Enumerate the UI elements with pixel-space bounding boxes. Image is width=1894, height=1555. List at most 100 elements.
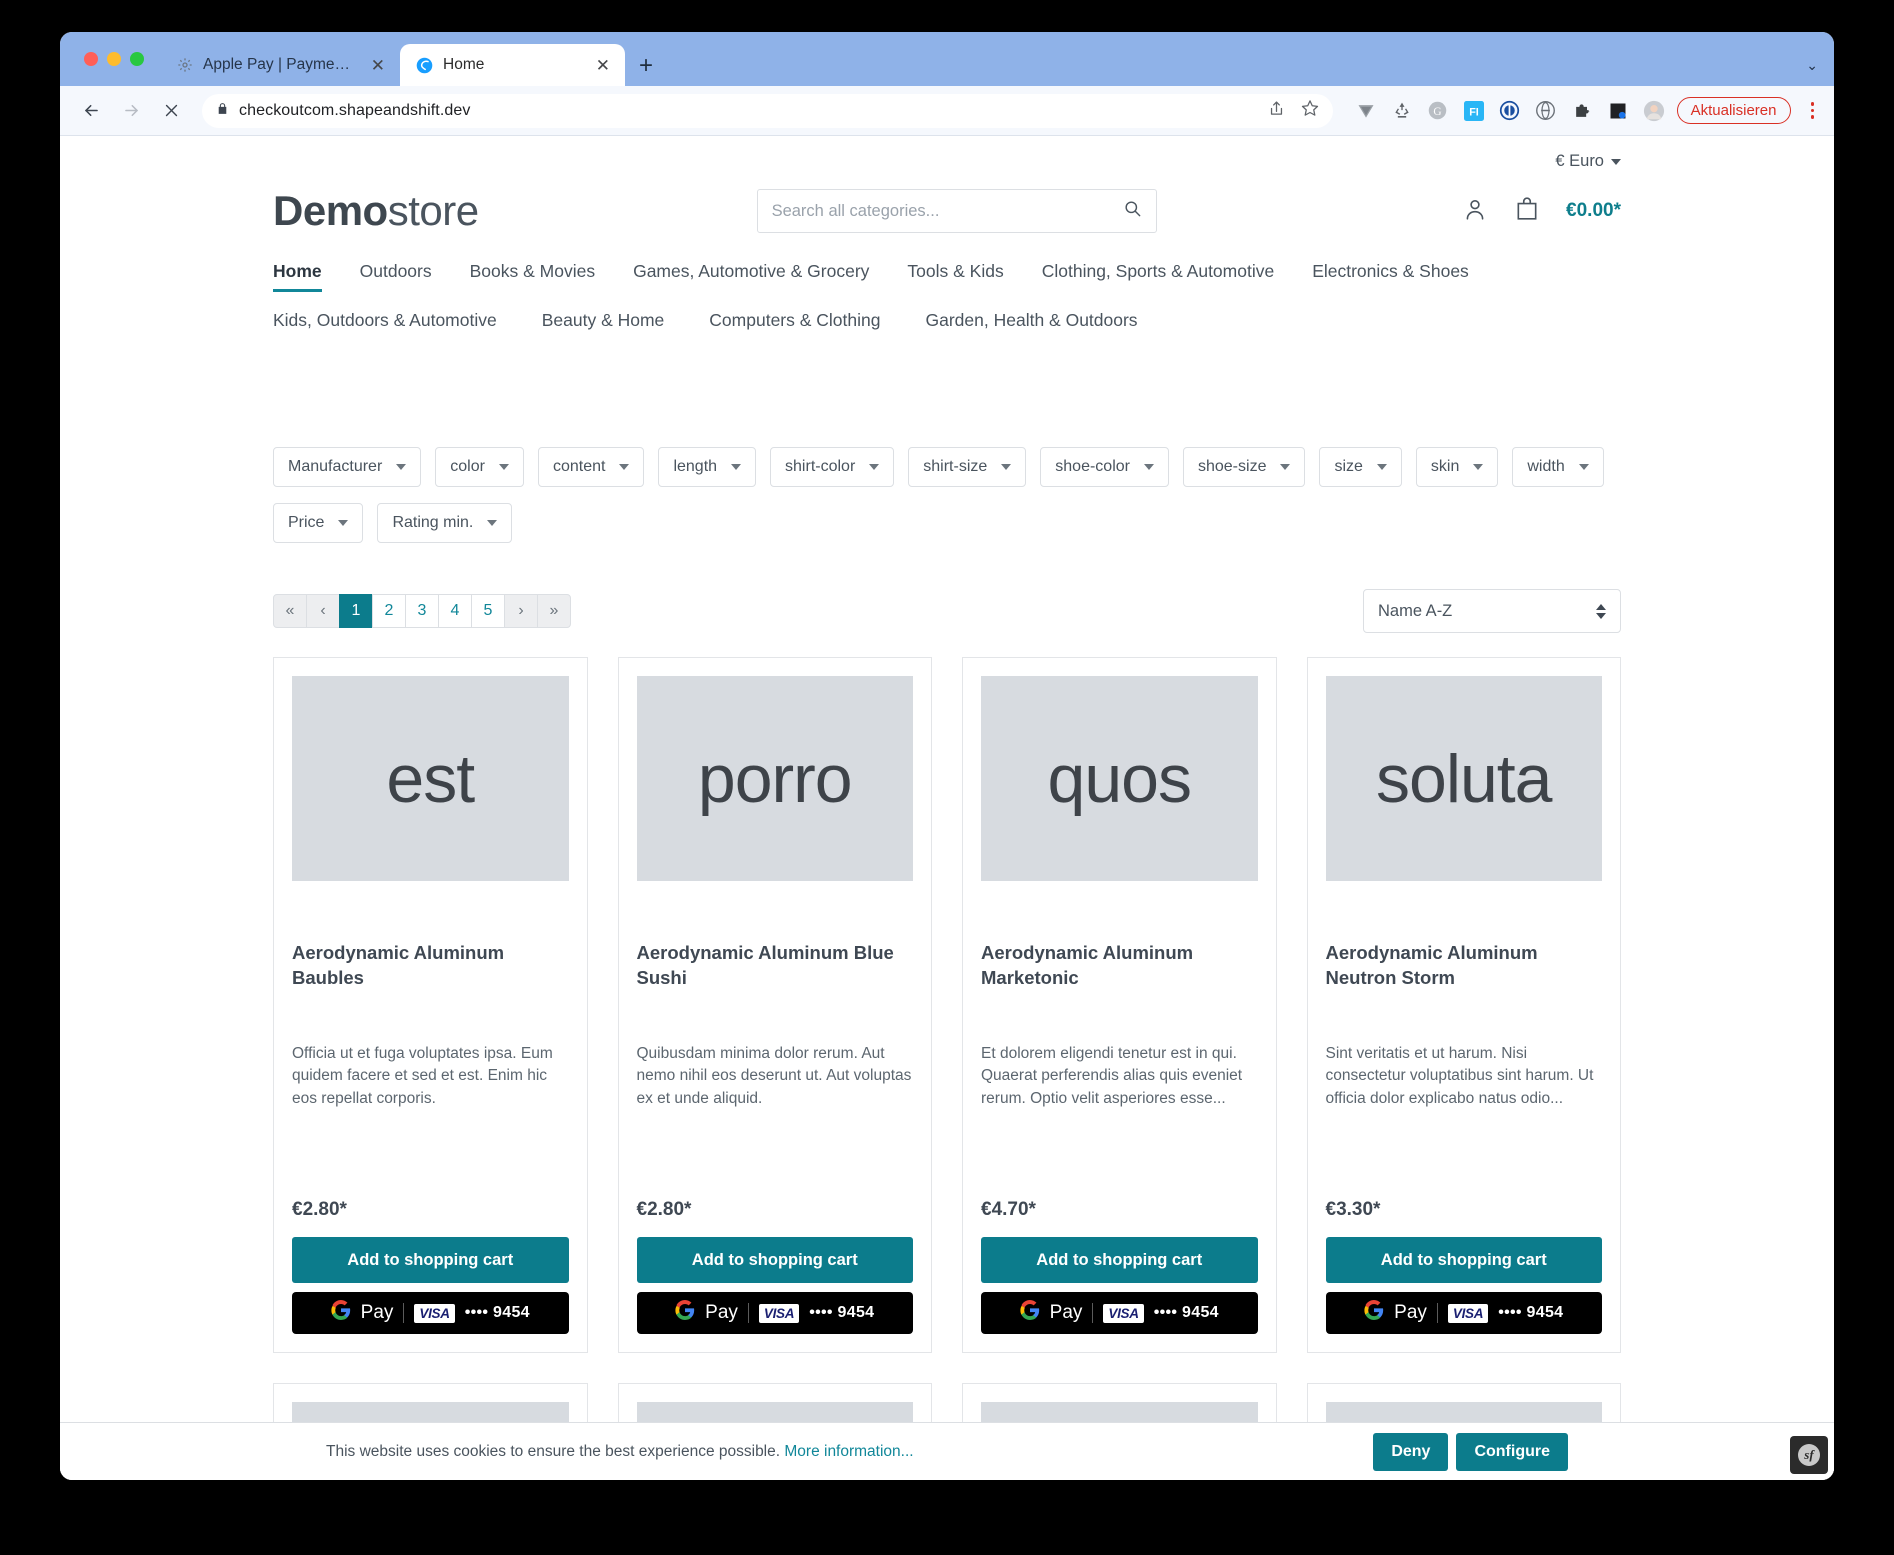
pagination-prev[interactable]: ‹ bbox=[306, 594, 340, 628]
filter-size[interactable]: size bbox=[1319, 447, 1402, 487]
filter-width[interactable]: width bbox=[1512, 447, 1604, 487]
dashlane-icon[interactable] bbox=[1535, 100, 1557, 122]
cookie-more-information-link[interactable]: More information... bbox=[784, 1443, 913, 1460]
pagination-page-2[interactable]: 2 bbox=[372, 594, 406, 628]
product-image-placeholder[interactable]: soluta bbox=[1325, 676, 1602, 881]
browser-menu-icon[interactable] bbox=[1805, 102, 1821, 119]
nav-item-home[interactable]: Home bbox=[273, 261, 322, 292]
pagination-page-5[interactable]: 5 bbox=[471, 594, 505, 628]
pagination-next[interactable]: › bbox=[504, 594, 538, 628]
user-icon[interactable] bbox=[1462, 196, 1488, 227]
filter-content[interactable]: content bbox=[537, 447, 645, 487]
page-scrollbar[interactable] bbox=[1828, 136, 1834, 1480]
cookie-message: This website uses cookies to ensure the … bbox=[326, 1443, 914, 1461]
filter-label: shirt-size bbox=[923, 458, 988, 475]
nav-item-beauty-home[interactable]: Beauty & Home bbox=[542, 310, 665, 341]
filter-shoe-size[interactable]: shoe-size bbox=[1182, 447, 1306, 487]
currency-switcher[interactable]: € Euro bbox=[1555, 152, 1621, 171]
filter-price[interactable]: Price bbox=[273, 503, 364, 543]
product-title[interactable]: Aerodynamic Aluminum Baubles bbox=[292, 941, 569, 993]
product-title[interactable]: Aerodynamic Aluminum Marketonic bbox=[981, 941, 1258, 993]
profile-avatar-icon[interactable] bbox=[1643, 100, 1665, 122]
pagination-page-4[interactable]: 4 bbox=[438, 594, 472, 628]
nav-item-games-automotive-grocery[interactable]: Games, Automotive & Grocery bbox=[633, 261, 869, 292]
forward-arrow-icon[interactable] bbox=[114, 94, 148, 128]
nav-item-electronics-shoes[interactable]: Electronics & Shoes bbox=[1312, 261, 1469, 292]
filter-color[interactable]: color bbox=[435, 447, 524, 487]
shop-logo[interactable]: Demostore bbox=[273, 187, 479, 235]
filter-skin[interactable]: skin bbox=[1415, 447, 1499, 487]
product-card[interactable]: porro Aerodynamic Aluminum Blue Sushi Qu… bbox=[617, 657, 932, 1353]
nav-item-computers-clothing[interactable]: Computers & Clothing bbox=[709, 310, 880, 341]
fi-icon[interactable]: FI bbox=[1463, 100, 1485, 122]
google-pay-button[interactable]: Pay VISA •••• 9454 bbox=[292, 1292, 569, 1334]
address-bar[interactable]: checkoutcom.shapeandshift.dev bbox=[202, 93, 1333, 128]
product-card[interactable]: quos Aerodynamic Aluminum Marketonic Et … bbox=[962, 657, 1277, 1353]
add-to-cart-button[interactable]: Add to shopping cart bbox=[636, 1237, 913, 1283]
svg-text:G: G bbox=[1434, 106, 1442, 118]
filter-manufacturer[interactable]: Manufacturer bbox=[273, 447, 422, 487]
deny-button[interactable]: Deny bbox=[1373, 1432, 1449, 1471]
nav-item-books-movies[interactable]: Books & Movies bbox=[470, 261, 595, 292]
product-card[interactable]: soluta Aerodynamic Aluminum Neutron Stor… bbox=[1306, 657, 1621, 1353]
nav-item-clothing-sports-automotive[interactable]: Clothing, Sports & Automotive bbox=[1042, 261, 1274, 292]
product-title[interactable]: Aerodynamic Aluminum Neutron Storm bbox=[1326, 941, 1603, 993]
product-image-placeholder[interactable]: quos bbox=[981, 676, 1258, 881]
search-icon[interactable] bbox=[1123, 199, 1142, 223]
configure-button[interactable]: Configure bbox=[1456, 1432, 1568, 1471]
nav-item-outdoors[interactable]: Outdoors bbox=[360, 261, 432, 292]
puzzle-icon[interactable] bbox=[1571, 100, 1593, 122]
v-icon[interactable] bbox=[1355, 100, 1377, 122]
close-tab-icon[interactable]: ✕ bbox=[368, 57, 388, 74]
sort-select[interactable]: Name A-Z bbox=[1363, 589, 1621, 633]
close-tab-icon[interactable]: ✕ bbox=[593, 57, 613, 74]
filter-length[interactable]: length bbox=[658, 447, 757, 487]
update-browser-button[interactable]: Aktualisieren bbox=[1676, 97, 1791, 124]
add-to-cart-button[interactable]: Add to shopping cart bbox=[1325, 1237, 1602, 1283]
pagination-page-1[interactable]: 1 bbox=[339, 594, 373, 628]
google-pay-button[interactable]: Pay VISA •••• 9454 bbox=[636, 1292, 913, 1334]
maximize-window-button[interactable] bbox=[130, 52, 144, 66]
stop-loading-icon[interactable] bbox=[154, 94, 188, 128]
add-to-cart-button[interactable]: Add to shopping cart bbox=[292, 1237, 569, 1283]
pagination-last[interactable]: » bbox=[537, 594, 571, 628]
pagination-first[interactable]: « bbox=[273, 594, 307, 628]
browser-tab-apple-pay[interactable]: Apple Pay | Payment methods ✕ bbox=[160, 44, 401, 86]
onepassword-icon[interactable] bbox=[1499, 100, 1521, 122]
product-title[interactable]: Aerodynamic Aluminum Blue Sushi bbox=[637, 941, 914, 993]
back-arrow-icon[interactable] bbox=[74, 94, 108, 128]
close-window-button[interactable] bbox=[84, 52, 98, 66]
product-image-placeholder[interactable]: porro bbox=[636, 676, 913, 881]
google-pay-button[interactable]: Pay VISA •••• 9454 bbox=[1325, 1292, 1602, 1334]
gpay-divider bbox=[403, 1303, 405, 1323]
nav-item-tools-kids[interactable]: Tools & Kids bbox=[907, 261, 1003, 292]
tab-list-chevron-icon[interactable]: ⌄ bbox=[1806, 57, 1818, 74]
recycle-icon[interactable] bbox=[1391, 100, 1413, 122]
bag-icon[interactable] bbox=[1514, 196, 1540, 227]
nav-item-garden-health-outdoors[interactable]: Garden, Health & Outdoors bbox=[926, 310, 1138, 341]
grammarly-g-icon[interactable]: G bbox=[1427, 100, 1449, 122]
new-tab-button[interactable]: + bbox=[625, 54, 667, 86]
product-description: Sint veritatis et ut harum. Nisi consect… bbox=[1325, 1045, 1594, 1107]
filter-shirt-size[interactable]: shirt-size bbox=[908, 447, 1027, 487]
product-card[interactable]: est Aerodynamic Aluminum Baubles Officia… bbox=[273, 657, 588, 1353]
filter-shirt-color[interactable]: shirt-color bbox=[770, 447, 895, 487]
filter-label: Rating min. bbox=[392, 514, 474, 531]
nav-item-kids-outdoors-automotive[interactable]: Kids, Outdoors & Automotive bbox=[273, 310, 497, 341]
window-icon[interactable] bbox=[1607, 100, 1629, 122]
filter-shoe-color[interactable]: shoe-color bbox=[1040, 447, 1169, 487]
add-to-cart-button[interactable]: Add to shopping cart bbox=[981, 1237, 1258, 1283]
search-input[interactable] bbox=[771, 201, 1123, 221]
search-box[interactable] bbox=[756, 189, 1157, 233]
google-pay-button[interactable]: Pay VISA •••• 9454 bbox=[981, 1292, 1258, 1334]
symfony-profiler-badge[interactable]: sf bbox=[1790, 1436, 1828, 1474]
chevron-down-icon bbox=[1001, 464, 1012, 470]
share-icon[interactable] bbox=[1268, 100, 1285, 122]
product-image-placeholder[interactable]: est bbox=[292, 676, 569, 881]
filter-rating-min[interactable]: Rating min. bbox=[377, 503, 513, 543]
browser-tab-home[interactable]: Home ✕ bbox=[400, 44, 625, 86]
pagination-page-3[interactable]: 3 bbox=[405, 594, 439, 628]
star-icon[interactable] bbox=[1301, 99, 1319, 122]
minimize-window-button[interactable] bbox=[107, 52, 121, 66]
cart-total[interactable]: €0.00* bbox=[1566, 200, 1621, 222]
